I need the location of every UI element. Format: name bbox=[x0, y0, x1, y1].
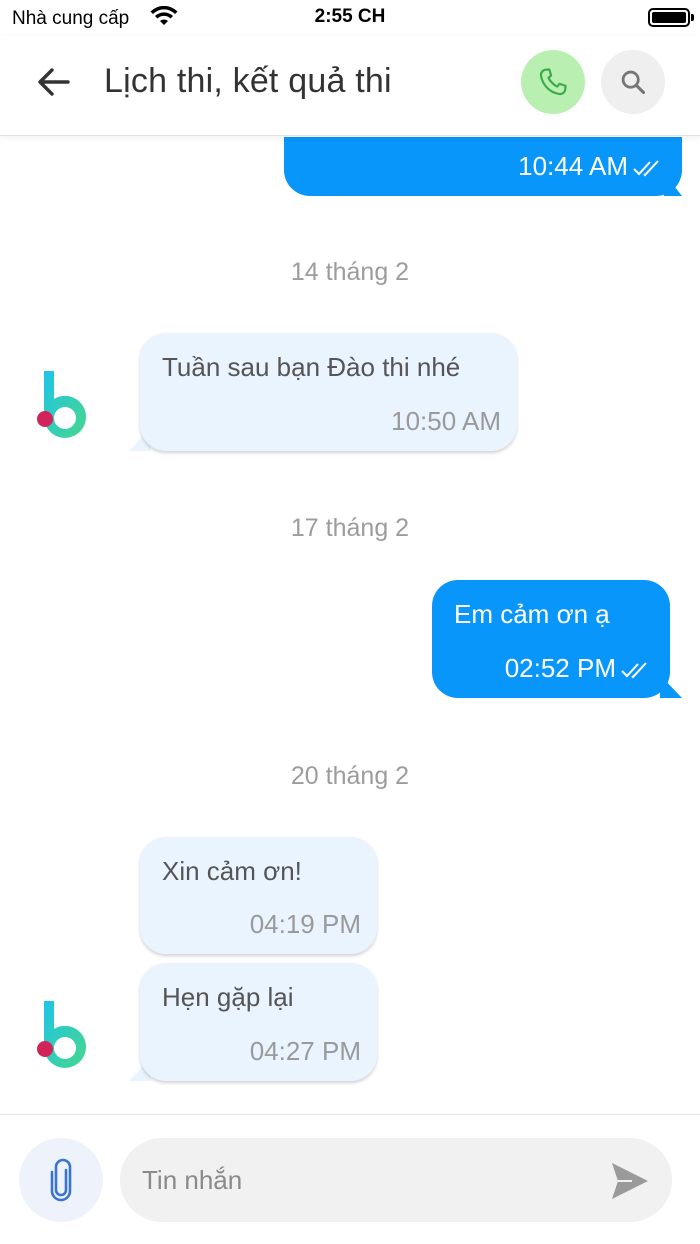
message-text: Tuần sau bạn Đào thi nhé bbox=[162, 352, 461, 382]
message-bubble-incoming[interactable]: Tuần sau bạn Đào thi nhé 10:50 AM bbox=[140, 333, 517, 451]
message-time: 10:44 AM bbox=[518, 151, 666, 182]
message-time: 02:52 PM bbox=[505, 653, 654, 684]
message-text: Em cảm ơn ạ bbox=[454, 599, 610, 629]
status-bar: Nhà cung cấp 2:55 CH bbox=[0, 0, 700, 36]
date-separator: 14 tháng 2 bbox=[290, 258, 410, 286]
send-icon[interactable] bbox=[608, 1159, 652, 1203]
message-bubble-incoming[interactable]: Hẹn gặp lại 04:27 PM bbox=[140, 963, 377, 1081]
message-input[interactable] bbox=[120, 1138, 672, 1222]
phone-icon bbox=[539, 68, 567, 96]
back-button[interactable] bbox=[30, 62, 78, 102]
message-time: 04:27 PM bbox=[249, 1036, 361, 1066]
sender-avatar bbox=[37, 1001, 86, 1068]
message-bubble-outgoing[interactable]: Em cảm ơn ạ 02:52 PM bbox=[432, 580, 670, 698]
page-title: Lịch thi, kết quả thi bbox=[104, 62, 392, 100]
composer-bar bbox=[0, 1114, 700, 1244]
search-icon bbox=[621, 70, 646, 95]
arrow-left-icon bbox=[38, 68, 70, 96]
bubble-tail bbox=[660, 675, 682, 698]
message-time: 04:19 PM bbox=[249, 909, 361, 939]
message-bubble-outgoing[interactable]: 10:44 AM bbox=[284, 137, 682, 196]
call-button[interactable] bbox=[521, 50, 585, 114]
sender-avatar bbox=[37, 371, 86, 438]
bubble-tail bbox=[664, 173, 682, 196]
battery-icon bbox=[648, 8, 694, 27]
message-text: Hẹn gặp lại bbox=[162, 982, 294, 1012]
date-separator: 17 tháng 2 bbox=[290, 514, 410, 542]
clock: 2:55 CH bbox=[314, 6, 386, 27]
attach-button[interactable] bbox=[19, 1138, 103, 1222]
date-separator: 20 tháng 2 bbox=[290, 762, 410, 790]
search-button[interactable] bbox=[601, 50, 665, 114]
chat-header: Lịch thi, kết quả thi bbox=[0, 36, 700, 136]
double-check-icon bbox=[633, 160, 659, 177]
double-check-icon bbox=[621, 662, 647, 679]
paperclip-icon bbox=[50, 1158, 72, 1202]
message-list[interactable]: 10:44 AM 14 tháng 2 Tuần sau bạn Đào thi… bbox=[0, 137, 700, 1114]
message-bubble-incoming[interactable]: Xin cảm ơn! 04:19 PM bbox=[140, 837, 377, 954]
message-time: 10:50 AM bbox=[391, 406, 501, 436]
message-text: Xin cảm ơn! bbox=[162, 856, 302, 886]
